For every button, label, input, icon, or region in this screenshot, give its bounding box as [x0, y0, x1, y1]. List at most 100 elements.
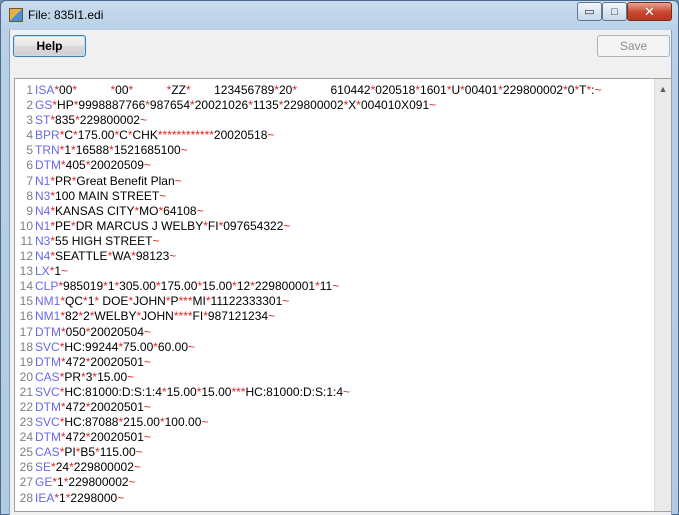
segment-id: SVC [35, 384, 60, 399]
editor-line[interactable]: 9 N4*KANSAS CITY*MO*64108~ [19, 204, 649, 219]
editor-line[interactable]: 25 CAS*PI*B5*115.00~ [19, 445, 649, 460]
editor-line[interactable]: 7 N1*PR*Great Benefit Plan~ [19, 174, 649, 189]
edi-segment-text: GE*1*229800002~ [35, 475, 136, 490]
segment-elements: *24*229800002~ [51, 460, 141, 475]
editor-line[interactable]: 13 LX*1~ [19, 264, 649, 279]
editor-line[interactable]: 2 GS*HP*9998887766*987654*20021026*1135*2… [19, 98, 649, 113]
editor-line[interactable]: 12 N4*SEATTLE*WA*98123~ [19, 249, 649, 264]
segment-id: BPR [35, 128, 60, 143]
maximize-icon: □ [611, 5, 618, 18]
edi-segment-text: N3*100 MAIN STREET~ [35, 189, 166, 204]
editor-line[interactable]: 26 SE*24*229800002~ [19, 460, 649, 475]
edi-segment-text: DTM*405*20020509~ [35, 158, 151, 173]
segment-id: N4 [35, 249, 51, 264]
editor-line[interactable]: 16 NM1*82*2*WELBY*JOHN****FI*987121234~ [19, 309, 649, 324]
save-button[interactable]: Save [597, 35, 670, 57]
segment-id: N1 [35, 173, 51, 188]
edi-segment-text: CAS*PI*B5*115.00~ [35, 445, 143, 460]
line-number: 21 [19, 384, 33, 399]
segment-id: DTM [35, 324, 61, 339]
segment-elements: *HP*9998887766*987654*20021026*1135*2298… [52, 98, 437, 113]
segment-elements: *C*175.00*C*CHK************20020518~ [59, 128, 275, 143]
maximize-button[interactable]: □ [602, 2, 627, 21]
segment-elements: *PR*3*15.00~ [59, 369, 135, 384]
segment-id: ST [35, 113, 51, 128]
segment-id: SVC [35, 415, 60, 430]
line-number: 24 [19, 430, 33, 445]
segment-elements: *PI*B5*115.00~ [59, 445, 143, 460]
line-number: 13 [19, 264, 33, 279]
segment-elements: *HC:87088*215.00*100.00~ [59, 415, 209, 430]
edi-segment-text: CAS*PR*3*15.00~ [35, 370, 134, 385]
line-number: 26 [19, 460, 33, 475]
line-number: 27 [19, 475, 33, 490]
segment-elements: *472*20020501~ [61, 430, 151, 445]
editor-line[interactable]: 6 DTM*405*20020509~ [19, 158, 649, 173]
segment-id: NM1 [35, 294, 61, 309]
editor-line[interactable]: 17 DTM*050*20020504~ [19, 325, 649, 340]
editor-line[interactable]: 22 DTM*472*20020501~ [19, 400, 649, 415]
segment-id: DTM [35, 430, 61, 445]
segment-elements: *1*229800002~ [52, 475, 136, 490]
editor-line[interactable]: 19 DTM*472*20020501~ [19, 355, 649, 370]
segment-elements: *835*229800002~ [50, 113, 147, 128]
line-number: 17 [19, 324, 33, 339]
editor-line[interactable]: 8 N3*100 MAIN STREET~ [19, 189, 649, 204]
line-number: 20 [19, 369, 33, 384]
editor-line[interactable]: 18 SVC*HC:99244*75.00*60.00~ [19, 340, 649, 355]
segment-id: DTM [35, 158, 61, 173]
line-number: 23 [19, 415, 33, 430]
close-button[interactable]: ✕ [627, 2, 672, 21]
segment-elements: *00* *00* *ZZ* 123456789*20* 610442*0205… [54, 83, 602, 97]
editor-line[interactable]: 3 ST*835*229800002~ [19, 113, 649, 128]
edi-text-editor[interactable]: 1 ISA*00* *00* *ZZ* 123456789*20* 610442*… [14, 78, 672, 512]
edi-segment-text: NM1*82*2*WELBY*JOHN****FI*987121234~ [35, 309, 275, 324]
segment-id: NM1 [35, 309, 61, 324]
line-number: 19 [19, 354, 33, 369]
editor-line[interactable]: 15 NM1*QC*1* DOE*JOHN*P***MI*11122333301~ [19, 294, 649, 309]
segment-id: N1 [35, 218, 51, 233]
minimize-icon: ▭ [584, 6, 595, 18]
editor-line[interactable]: 20 CAS*PR*3*15.00~ [19, 370, 649, 385]
line-number: 9 [26, 203, 33, 218]
line-number: 5 [26, 143, 33, 158]
vertical-scrollbar[interactable]: ▲ [654, 79, 671, 511]
segment-id: DTM [35, 354, 61, 369]
edi-segment-text: N1*PR*Great Benefit Plan~ [35, 174, 182, 189]
segment-elements: *1*16588*1521685100~ [59, 143, 188, 158]
editor-line[interactable]: 4 BPR*C*175.00*C*CHK************20020518~ [19, 128, 649, 143]
edi-segment-text: DTM*472*20020501~ [35, 355, 151, 370]
editor-line[interactable]: 11 N3*55 HIGH STREET~ [19, 234, 649, 249]
minimize-button[interactable]: ▭ [577, 2, 602, 21]
segment-id: CLP [35, 279, 59, 294]
editor-lines: 1 ISA*00* *00* *ZZ* 123456789*20* 610442*… [19, 83, 649, 506]
segment-elements: *1*2298000~ [54, 490, 125, 505]
edi-segment-text: BPR*C*175.00*C*CHK************20020518~ [35, 128, 274, 143]
editor-line[interactable]: 14 CLP*985019*1*305.00*175.00*15.00*12*22… [19, 279, 649, 294]
segment-elements: *985019*1*305.00*175.00*15.00*12*2298000… [58, 279, 340, 294]
editor-line[interactable]: 23 SVC*HC:87088*215.00*100.00~ [19, 415, 649, 430]
editor-line[interactable]: 27 GE*1*229800002~ [19, 475, 649, 490]
app-window: File: 835I1.edi ▭ □ ✕ Help Save 1 ISA*00*… [0, 0, 679, 515]
editor-line[interactable]: 28 IEA*1*2298000~ [19, 491, 649, 506]
scroll-up-arrow-icon[interactable]: ▲ [655, 81, 671, 97]
edi-segment-text: DTM*050*20020504~ [35, 325, 151, 340]
title-bar[interactable]: File: 835I1.edi ▭ □ ✕ [1, 1, 678, 30]
line-number: 14 [19, 279, 33, 294]
app-icon[interactable] [9, 8, 23, 22]
line-number: 22 [19, 399, 33, 414]
edi-segment-text: IEA*1*2298000~ [35, 491, 124, 506]
segment-id: GS [35, 98, 53, 113]
edi-segment-text: NM1*QC*1* DOE*JOHN*P***MI*11122333301~ [35, 294, 289, 309]
editor-line[interactable]: 24 DTM*472*20020501~ [19, 430, 649, 445]
window-title: File: 835I1.edi [28, 8, 104, 22]
editor-line[interactable]: 1 ISA*00* *00* *ZZ* 123456789*20* 610442*… [19, 83, 649, 98]
segment-elements: *PE*DR MARCUS J WELBY*FI*097654322~ [50, 218, 291, 233]
help-button[interactable]: Help [13, 35, 86, 57]
segment-id: N3 [35, 233, 51, 248]
editor-line[interactable]: 10 N1*PE*DR MARCUS J WELBY*FI*097654322~ [19, 219, 649, 234]
editor-line[interactable]: 21 SVC*HC:81000:D:S:1:4*15.00*15.00***HC:… [19, 385, 649, 400]
edi-segment-text: SVC*HC:87088*215.00*100.00~ [35, 415, 208, 430]
segment-elements: *SEATTLE*WA*98123~ [50, 249, 177, 264]
editor-line[interactable]: 5 TRN*1*16588*1521685100~ [19, 143, 649, 158]
